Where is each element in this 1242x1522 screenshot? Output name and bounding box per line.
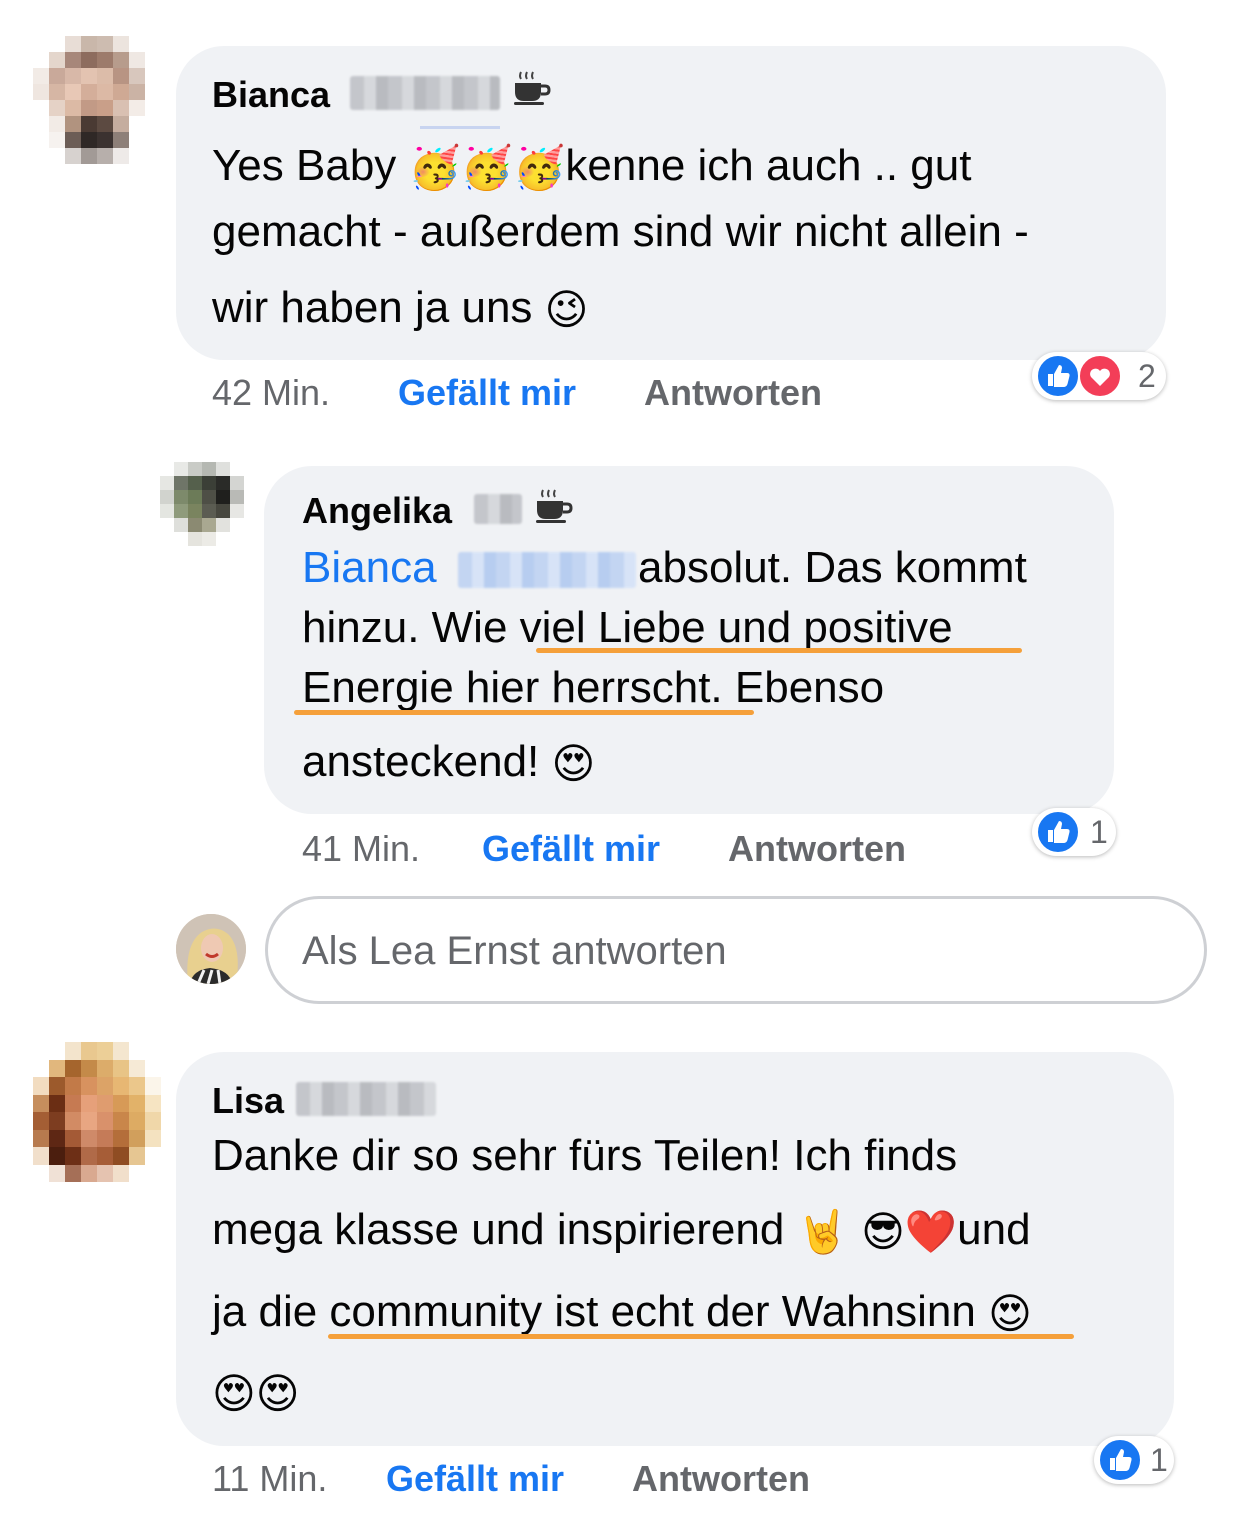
avatar-lisa[interactable] [33,1042,161,1182]
like-button[interactable]: Gefällt mir [398,372,576,414]
like-icon [1036,354,1080,398]
highlighted-text: community ist echt der Wahnsinn [329,1287,976,1336]
heart-eyes-emoji: 😍 [988,1290,1032,1338]
reply-button[interactable]: Antworten [728,828,906,870]
comment-line: Bianca [302,542,437,594]
reply-input-placeholder: Als Lea Ernst antworten [302,929,727,973]
coffee-cup-icon [536,489,573,523]
like-icon [1098,1438,1142,1482]
wink-emoji: 😉 [544,286,589,334]
comment-timestamp: 42 Min. [212,372,331,413]
red-heart-emoji: ❤️ [904,1208,958,1256]
surname-underline [420,126,500,129]
like-icon [1036,810,1080,854]
comment-line: absolut. Das kommt [638,543,1027,592]
reply-button[interactable]: Antworten [644,372,822,414]
like-button[interactable]: Gefällt mir [386,1458,564,1500]
blurred-surname [474,494,522,524]
reaction-count: 1 [1150,1442,1168,1478]
sunglasses-emoji: 😎 [861,1208,905,1256]
blurred-surname [350,76,500,110]
blurred-mention-surname [458,552,636,588]
comment-line: ja die community ist echt der Wahnsinn 😍 [212,1286,1032,1340]
reactions-summary[interactable]: 1 [1094,1436,1174,1484]
highlight-underline [294,710,754,715]
comment-line: mega klasse und inspirierend 🤘 😎❤️und [212,1204,1031,1258]
reaction-count: 2 [1138,358,1156,394]
comment-line: 😍😍 [212,1366,300,1420]
highlight-underline [536,648,1022,653]
heart-eyes-emoji: 😍 [255,1370,300,1418]
comment-timestamp: 11 Min. [212,1458,328,1499]
love-icon [1078,354,1122,398]
comment-line: hinzu. Wie viel Liebe und positive [302,603,953,652]
rock-on-emoji: 🤘 [796,1208,849,1256]
highlighted-text: viel Liebe und positive [519,603,953,652]
comment-line: ansteckend! 😍 [302,736,595,790]
coffee-cup-icon [514,71,551,105]
avatar-current-user [176,914,246,984]
party-face-emoji: 🥳 [513,144,566,192]
blurred-surname [296,1082,436,1116]
comment-line: Danke dir so sehr fürs Teilen! Ich finds [212,1131,958,1180]
comment-author-lisa[interactable]: Lisa [212,1080,284,1122]
heart-eyes-emoji: 😍 [212,1370,256,1418]
avatar-bianca[interactable] [33,36,161,164]
comment-author-angelika[interactable]: Angelika [302,490,452,532]
comment-line: gemacht - außerdem sind wir nicht allein… [212,207,1029,256]
reaction-count: 1 [1090,814,1108,850]
avatar-angelika[interactable] [160,462,244,546]
reactions-summary[interactable]: 2 [1032,352,1166,400]
party-face-emoji: 🥳 [460,144,514,192]
party-face-emoji: 🥳 [408,144,461,192]
reply-button[interactable]: Antworten [632,1458,810,1500]
comment-author-bianca[interactable]: Bianca [212,74,330,116]
reply-input[interactable]: Als Lea Ernst antworten [265,896,1207,1004]
highlighted-text: Energie hier herrscht [302,663,711,712]
comment-timestamp: 41 Min. [302,828,421,869]
mention-link[interactable]: Bianca [302,543,437,592]
like-button[interactable]: Gefällt mir [482,828,660,870]
comment-line: Yes Baby 🥳🥳🥳kenne ich auch .. gut [212,140,971,194]
comment-line: wir haben ja uns 😉 [212,282,588,336]
highlight-underline [328,1334,1074,1339]
reactions-summary[interactable]: 1 [1032,808,1116,856]
heart-eyes-emoji: 😍 [551,740,596,788]
comment-line: Energie hier herrscht. Ebenso [302,663,885,712]
